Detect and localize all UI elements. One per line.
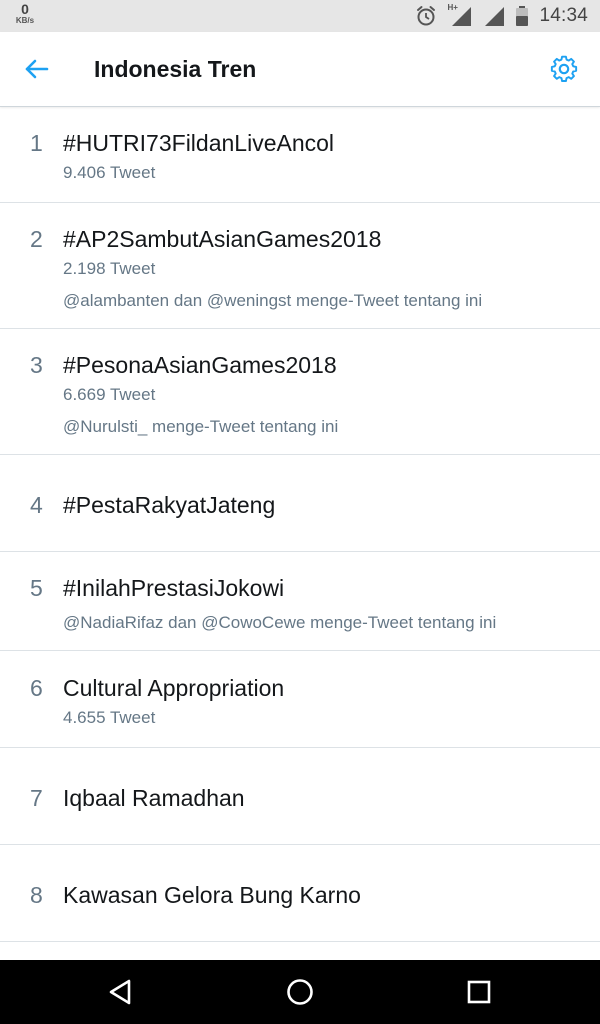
trend-rank: 5 [30, 575, 43, 601]
trend-rank: 6 [30, 675, 43, 701]
trend-rank: 8 [30, 882, 43, 908]
settings-button[interactable] [546, 51, 582, 87]
signal-icon: H+ [447, 3, 473, 27]
trend-item[interactable]: 2 #AP2SambutAsianGames2018 2.198 Tweet @… [0, 203, 600, 329]
trend-name: #InilahPrestasiJokowi [63, 575, 285, 601]
trend-name: #PestaRakyatJateng [63, 492, 276, 518]
trend-rank: 7 [30, 785, 43, 811]
nav-home-button[interactable] [282, 974, 318, 1010]
alarm-icon [417, 6, 436, 26]
trend-name: Kawasan Gelora Bung Karno [63, 882, 361, 908]
nav-recents-button[interactable] [461, 974, 497, 1010]
back-triangle-icon [109, 979, 131, 1005]
clock: 14:34 [539, 5, 588, 26]
back-button[interactable] [17, 50, 55, 88]
status-bar: 0 KB/s H+ 14:34 [0, 0, 600, 32]
trend-name: Iqbaal Ramadhan [63, 785, 245, 811]
trend-tweet-count: 2.198 Tweet [63, 259, 156, 278]
signal-icon [485, 7, 505, 26]
app-bar: Indonesia Tren [0, 32, 600, 107]
trend-context: @Nurulsti_ menge-Tweet tentang ini [63, 417, 339, 436]
trend-name: #AP2SambutAsianGames2018 [63, 226, 382, 252]
battery-icon [516, 6, 529, 26]
trend-rank: 1 [30, 130, 43, 156]
trend-name: #HUTRI73FildanLiveAncol [63, 130, 335, 156]
trend-item[interactable]: 5 #InilahPrestasiJokowi @NadiaRifaz dan … [0, 552, 600, 651]
trend-context: @alambanten dan @weningst menge-Tweet te… [63, 291, 483, 310]
trend-rank: 2 [30, 226, 43, 252]
trend-item[interactable]: 3 #PesonaAsianGames2018 6.669 Tweet @Nur… [0, 329, 600, 455]
nav-back-button[interactable] [102, 974, 138, 1010]
trend-item[interactable]: 4 #PestaRakyatJateng [0, 455, 600, 552]
arrow-left-icon [25, 59, 49, 79]
status-icons: H+ 14:34 [415, 0, 588, 32]
trend-rank: 4 [30, 492, 43, 518]
network-speed: 0 KB/s [13, 2, 37, 25]
trend-item[interactable]: 7 Iqbaal Ramadhan [0, 748, 600, 845]
trend-name: Cultural Appropriation [63, 675, 285, 701]
trend-tweet-count: 9.406 Tweet [63, 163, 156, 182]
trend-rank: 3 [30, 352, 43, 378]
network-speed-value: 0 [21, 1, 29, 17]
page-title: Indonesia Tren [94, 56, 257, 82]
trend-item[interactable]: 6 Cultural Appropriation 4.655 Tweet [0, 651, 600, 748]
trend-context: @NadiaRifaz dan @CowoCewe menge-Tweet te… [63, 613, 497, 632]
trend-name: #PesonaAsianGames2018 [63, 352, 337, 378]
trend-item[interactable]: 8 Kawasan Gelora Bung Karno [0, 845, 600, 942]
trend-list: 1 #HUTRI73FildanLiveAncol 9.406 Tweet 2 … [0, 107, 600, 942]
screen: 0 KB/s H+ 14:34 Indonesia Tren 1 #HUTRI7… [0, 0, 600, 1024]
gear-icon [550, 55, 578, 82]
navigation-bar [0, 960, 600, 1024]
home-circle-icon [287, 979, 313, 1005]
trend-item[interactable]: 1 #HUTRI73FildanLiveAncol 9.406 Tweet [0, 107, 600, 203]
trend-tweet-count: 6.669 Tweet [63, 385, 156, 404]
trend-tweet-count: 4.655 Tweet [63, 708, 156, 727]
network-speed-unit: KB/s [15, 16, 35, 25]
recents-square-icon [467, 980, 491, 1004]
